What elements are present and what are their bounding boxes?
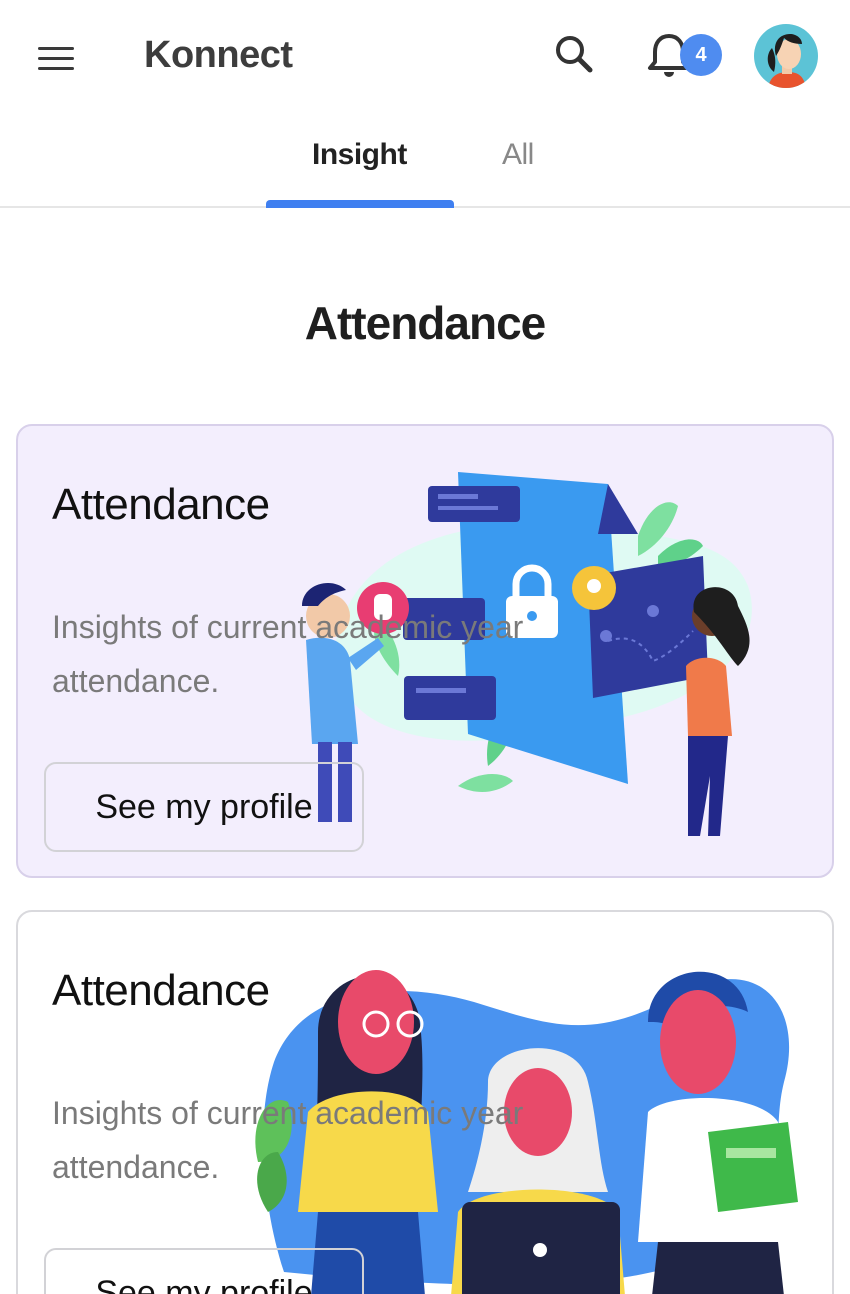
attendance-card[interactable]: Attendance Insights of current academic … [16, 910, 834, 1294]
tab-bar: Insight All [0, 112, 850, 208]
menu-icon[interactable] [30, 36, 82, 80]
active-tab-indicator [266, 200, 454, 208]
attendance-card[interactable]: Attendance Insights of current academic … [16, 424, 834, 878]
app-title: Konnect [144, 34, 293, 76]
notification-badge: 4 [680, 34, 722, 76]
app-bar: Konnect 4 [0, 0, 850, 112]
tab-all[interactable]: All [502, 138, 534, 172]
see-my-profile-button[interactable]: See my profile [44, 1248, 364, 1294]
avatar[interactable] [754, 24, 818, 88]
card-description: Insights of current academic year attend… [52, 609, 524, 699]
card-title: Attendance [52, 966, 270, 1015]
see-my-profile-button[interactable]: See my profile [44, 762, 364, 852]
card-title: Attendance [52, 480, 270, 529]
section-title: Attendance [304, 297, 546, 349]
search-icon[interactable] [550, 30, 598, 78]
tab-insight[interactable]: Insight [312, 138, 407, 172]
card-description: Insights of current academic year attend… [52, 1095, 524, 1185]
